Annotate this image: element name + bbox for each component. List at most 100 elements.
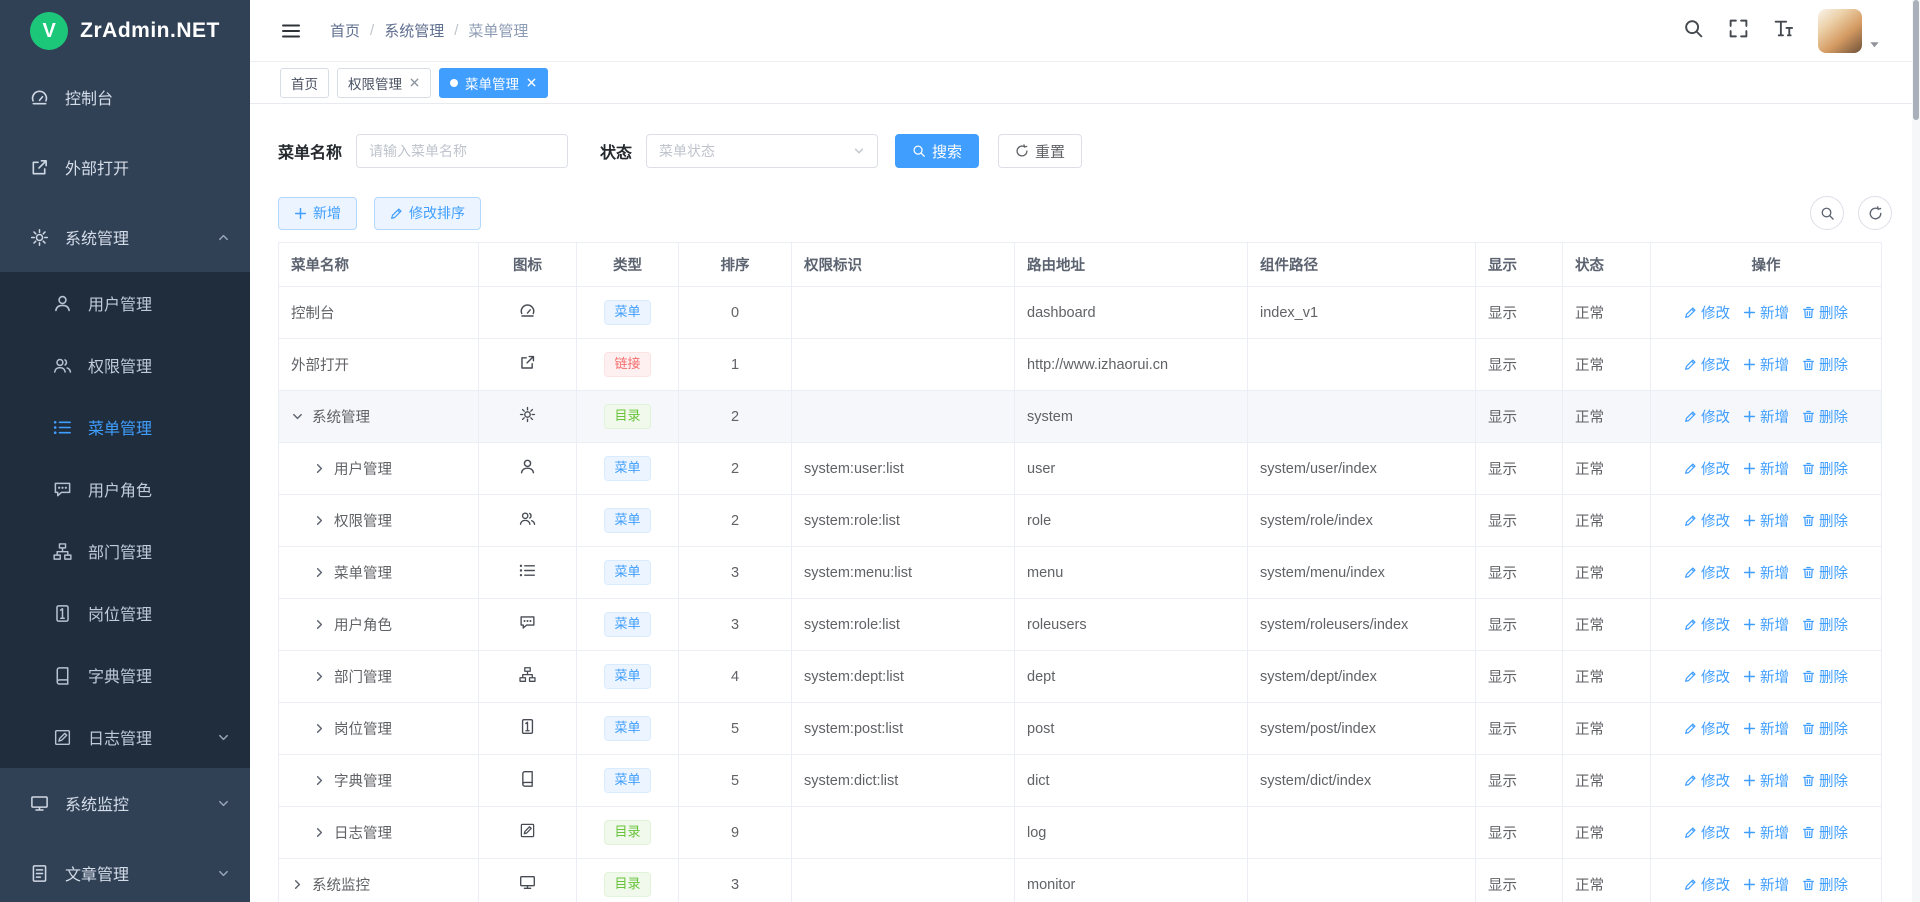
toolbar-search-button[interactable] <box>1810 196 1844 230</box>
delete-action[interactable]: 删除 <box>1802 406 1848 427</box>
gear-icon <box>519 406 536 423</box>
breadcrumb-item[interactable]: 系统管理 <box>384 20 444 41</box>
sidebar-item-menu[interactable]: 菜单管理 <box>0 396 250 458</box>
table-row: 部门管理菜单4system:dept:listdeptsystem/dept/i… <box>279 651 1882 703</box>
cell-menu-name: 用户角色 <box>279 599 479 651</box>
status-select[interactable]: 菜单状态 <box>646 134 878 168</box>
delete-action[interactable]: 删除 <box>1802 822 1848 843</box>
delete-action[interactable]: 删除 <box>1802 354 1848 375</box>
table-body: 控制台菜单0dashboardindex_v1显示正常修改新增删除外部打开链接1… <box>279 287 1882 902</box>
cell-icon <box>479 495 577 547</box>
reset-button[interactable]: 重置 <box>998 134 1082 168</box>
sidebar-item-article[interactable]: 文章管理 <box>0 838 250 902</box>
sidebar-item-monitor[interactable]: 系统监控 <box>0 768 250 838</box>
sidebar-item-dept[interactable]: 部门管理 <box>0 520 250 582</box>
delete-action[interactable]: 删除 <box>1802 510 1848 531</box>
delete-action[interactable]: 删除 <box>1802 718 1848 739</box>
cell-actions: 修改新增删除 <box>1651 391 1882 443</box>
delete-action[interactable]: 删除 <box>1802 458 1848 479</box>
add-action[interactable]: 新增 <box>1743 354 1789 375</box>
add-action[interactable]: 新增 <box>1743 770 1789 791</box>
edit-action[interactable]: 修改 <box>1684 718 1730 739</box>
chevron-right-icon[interactable] <box>313 462 326 475</box>
chevron-down-icon[interactable] <box>291 410 304 423</box>
sidebar-item-role[interactable]: 权限管理 <box>0 334 250 396</box>
cell-actions: 修改新增删除 <box>1651 651 1882 703</box>
add-action[interactable]: 新增 <box>1743 822 1789 843</box>
add-action[interactable]: 新增 <box>1743 458 1789 479</box>
sort-button[interactable]: 修改排序 <box>374 197 481 230</box>
hamburger-icon[interactable] <box>280 20 302 42</box>
delete-action[interactable]: 删除 <box>1802 770 1848 791</box>
monitor-icon <box>30 794 49 813</box>
delete-action[interactable]: 删除 <box>1802 614 1848 635</box>
tab-home[interactable]: 首页 <box>280 68 329 98</box>
add-button[interactable]: 新增 <box>278 197 357 230</box>
chevron-right-icon[interactable] <box>313 670 326 683</box>
cell-menu-name: 日志管理 <box>279 807 479 859</box>
menu-name: 菜单管理 <box>334 562 392 583</box>
delete-action[interactable]: 删除 <box>1802 562 1848 583</box>
edit-action[interactable]: 修改 <box>1684 458 1730 479</box>
add-action[interactable]: 新增 <box>1743 562 1789 583</box>
sidebar-item-dashboard[interactable]: 控制台 <box>0 62 250 132</box>
app-logo[interactable]: V ZrAdmin.NET <box>0 0 250 62</box>
cell-visible: 显示 <box>1476 651 1563 703</box>
search-button[interactable]: 搜索 <box>895 134 979 168</box>
cell-menu-name: 用户管理 <box>279 443 479 495</box>
edit-action[interactable]: 修改 <box>1684 874 1730 895</box>
chevron-right-icon[interactable] <box>313 774 326 787</box>
edit-action[interactable]: 修改 <box>1684 302 1730 323</box>
delete-action[interactable]: 删除 <box>1802 666 1848 687</box>
navbar-fullscreen-button[interactable] <box>1728 18 1749 44</box>
edit-action[interactable]: 修改 <box>1684 510 1730 531</box>
add-action[interactable]: 新增 <box>1743 666 1789 687</box>
tab-role[interactable]: 权限管理 <box>337 68 431 98</box>
cell-visible: 显示 <box>1476 391 1563 443</box>
navbar-search-button[interactable] <box>1683 18 1704 44</box>
sidebar-item-post[interactable]: 岗位管理 <box>0 582 250 644</box>
delete-action[interactable]: 删除 <box>1802 874 1848 895</box>
scrollbar[interactable] <box>1912 0 1920 902</box>
sidebar-item-external[interactable]: 外部打开 <box>0 132 250 202</box>
cell-icon <box>479 339 577 391</box>
scrollbar-thumb[interactable] <box>1913 0 1919 120</box>
chevron-right-icon[interactable] <box>313 514 326 527</box>
add-action[interactable]: 新增 <box>1743 614 1789 635</box>
close-icon[interactable] <box>526 77 537 88</box>
plus-icon <box>294 207 307 220</box>
delete-action[interactable]: 删除 <box>1802 302 1848 323</box>
sidebar-item-system[interactable]: 系统管理 <box>0 202 250 272</box>
chevron-right-icon[interactable] <box>313 618 326 631</box>
close-icon[interactable] <box>409 77 420 88</box>
edit-action[interactable]: 修改 <box>1684 406 1730 427</box>
sidebar-item-dict[interactable]: 字典管理 <box>0 644 250 706</box>
chevron-right-icon[interactable] <box>313 566 326 579</box>
sidebar-item-roleusers[interactable]: 用户角色 <box>0 458 250 520</box>
edit-action[interactable]: 修改 <box>1684 562 1730 583</box>
edit-action[interactable]: 修改 <box>1684 614 1730 635</box>
chevron-right-icon[interactable] <box>313 826 326 839</box>
edit-action[interactable]: 修改 <box>1684 354 1730 375</box>
chevron-right-icon[interactable] <box>291 878 304 891</box>
edit-action[interactable]: 修改 <box>1684 770 1730 791</box>
navbar-font-size-button[interactable] <box>1773 18 1794 44</box>
sidebar-item-log[interactable]: 日志管理 <box>0 706 250 768</box>
breadcrumb-item[interactable]: 首页 <box>330 20 360 41</box>
sidebar-item-user[interactable]: 用户管理 <box>0 272 250 334</box>
user-menu[interactable] <box>1818 9 1880 53</box>
avatar[interactable] <box>1818 9 1862 53</box>
type-tag: 目录 <box>604 872 650 896</box>
chevron-right-icon[interactable] <box>313 722 326 735</box>
cell-menu-name: 控制台 <box>279 287 479 339</box>
add-action[interactable]: 新增 <box>1743 302 1789 323</box>
add-action[interactable]: 新增 <box>1743 874 1789 895</box>
add-action[interactable]: 新增 <box>1743 406 1789 427</box>
edit-action[interactable]: 修改 <box>1684 666 1730 687</box>
add-action[interactable]: 新增 <box>1743 510 1789 531</box>
edit-action[interactable]: 修改 <box>1684 822 1730 843</box>
toolbar-refresh-button[interactable] <box>1858 196 1892 230</box>
add-action[interactable]: 新增 <box>1743 718 1789 739</box>
menu-name-input[interactable] <box>356 134 568 168</box>
tab-menu[interactable]: 菜单管理 <box>439 68 548 98</box>
